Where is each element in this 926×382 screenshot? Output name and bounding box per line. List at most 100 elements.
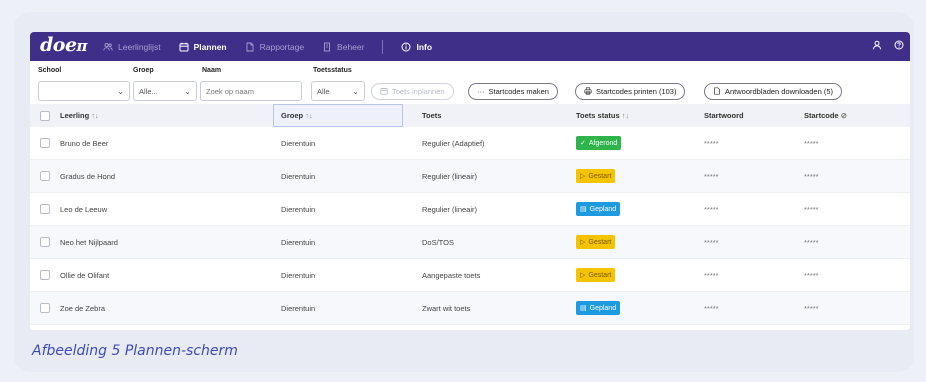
sort-ascending-icon: ↑↓ [305, 111, 313, 120]
figure-caption: Afbeelding 5 Plannen-scherm [32, 343, 238, 359]
nav-item-info[interactable]: Info [401, 42, 432, 52]
school-label: School [38, 67, 61, 74]
main-nav: Leerlinglijst Plannen Rapportage Beheer [103, 40, 432, 54]
cell-leerling: Leo de Leeuw [60, 205, 107, 214]
cell-startcode: ***** [804, 304, 819, 313]
status-badge: ▷Gestart [576, 169, 615, 183]
column-header-groep[interactable]: Groep ↑↓ [281, 111, 313, 120]
status-label: Gestart [588, 272, 611, 279]
naam-search-input[interactable] [200, 81, 302, 101]
startcodes-printen-label: Startcodes printen (103) [596, 87, 676, 96]
status-badge: ▤Gepland [576, 202, 620, 216]
help-icon[interactable] [894, 40, 904, 50]
leerling-header-label: Leerling [60, 111, 89, 120]
cell-status: ▤Gepland [576, 202, 620, 216]
nav-item-leerlinglijst[interactable]: Leerlinglijst [103, 42, 161, 52]
top-navigation-bar: doeᴨ Leerlinglijst Plannen Rapportage [30, 32, 910, 61]
antwoordbladen-label: Antwoordbladen downloaden (5) [725, 87, 833, 96]
groep-select[interactable]: Alle... ⌄ [133, 81, 197, 101]
cell-groep: Dierentuin [281, 139, 315, 148]
row-checkbox[interactable] [40, 237, 50, 247]
cell-groep: Dierentuin [281, 238, 315, 247]
cell-status: ▷Gestart [576, 268, 615, 282]
printer-icon [584, 87, 592, 97]
table-row[interactable]: Neo het Nijlpaard Dierentuin DoS/TOS ▷Gesta… [30, 226, 910, 259]
table-row[interactable]: Bruno de Beer Dierentuin Regulier (Adaptie… [30, 127, 910, 160]
dots-icon: ··· [477, 87, 485, 96]
cell-startwoord: ***** [704, 304, 719, 313]
play-icon: ▷ [580, 238, 585, 246]
calendar-icon [179, 42, 189, 52]
select-all-checkbox[interactable] [40, 111, 50, 121]
column-header-toets: Toets [422, 111, 441, 120]
toetsstatus-select[interactable]: Alle ⌄ [311, 81, 365, 101]
nav-label-rapportage: Rapportage [260, 42, 304, 52]
nav-label-info: Info [416, 42, 432, 52]
document-icon [245, 42, 255, 52]
antwoordbladen-downloaden-button[interactable]: Antwoordbladen downloaden (5) [704, 83, 842, 100]
table-row[interactable]: Gradus de HondDierentuinRegulier (lineai… [30, 160, 910, 193]
row-checkbox[interactable] [40, 204, 50, 214]
groep-value: Alle... [139, 87, 158, 96]
column-header-startcode[interactable]: Startcode ⊘ [804, 111, 847, 120]
eye-off-icon[interactable]: ⊘ [841, 111, 847, 120]
cell-toets: Regulier (lineair) [422, 172, 477, 181]
column-header-status[interactable]: Toets status ↑↓ [576, 111, 629, 120]
cell-toets: Zwart wit toets [422, 304, 470, 313]
filter-bar: School ⌄ Groep Alle... ⌄ Naam Toetsstatu… [30, 61, 910, 104]
row-checkbox[interactable] [40, 171, 50, 181]
table-body: Bruno de Beer Dierentuin Regulier (Adaptie… [30, 127, 910, 325]
status-badge: ✓Afgerond [576, 136, 621, 150]
chevron-down-icon: ⌄ [184, 87, 191, 96]
nav-item-rapportage[interactable]: Rapportage [245, 42, 304, 52]
column-header-leerling[interactable]: Leerling ↑↓ [60, 111, 99, 120]
row-checkbox[interactable] [40, 138, 50, 148]
table-row[interactable]: Leo de LeeuwDierentuinRegulier (lineair)… [30, 193, 910, 226]
users-icon [103, 42, 113, 52]
startcode-header-label: Startcode [804, 111, 839, 120]
table-row[interactable]: Ollie de OlifantDierentuinAangepaste toe… [30, 259, 910, 292]
nav-item-beheer[interactable]: Beheer [322, 42, 364, 52]
status-label: Gestart [588, 173, 611, 180]
toets-inplannen-label: Toets inplannen [392, 87, 445, 96]
cell-startwoord: ***** [704, 172, 719, 181]
cell-leerling: Bruno de Beer [60, 139, 108, 148]
cell-toets: DoS/TOS [422, 238, 454, 247]
sort-icon: ↑↓ [91, 111, 99, 120]
table-header: Leerling ↑↓ Groep ↑↓ Toets Toets status … [30, 104, 910, 127]
cell-startcode: ***** [804, 238, 819, 247]
status-label: Gepland [590, 305, 616, 312]
check-icon: ✓ [580, 139, 586, 147]
status-badge: ▷Gestart [576, 235, 615, 249]
cell-groep: Dierentuin [281, 205, 315, 214]
cell-startwoord: ***** [704, 139, 719, 148]
cell-leerling: Zoe de Zebra [60, 304, 105, 313]
startcodes-maken-button[interactable]: ··· Startcodes maken [468, 83, 558, 100]
cell-startcode: ***** [804, 139, 819, 148]
school-select[interactable]: ⌄ [38, 81, 130, 101]
doen-logo[interactable]: doeᴨ [40, 34, 87, 56]
status-badge: ▤Gepland [576, 301, 620, 315]
play-icon: ▷ [580, 172, 585, 180]
building-icon [322, 42, 332, 52]
startcodes-maken-label: Startcodes maken [489, 87, 549, 96]
cell-leerling: Ollie de Olifant [60, 271, 109, 280]
table-row[interactable]: Zoe de Zebra Dierentuin Zwart wit toets ▤Ge… [30, 292, 910, 325]
startcodes-printen-button[interactable]: Startcodes printen (103) [575, 83, 685, 100]
calendar-icon: ▤ [580, 205, 587, 213]
naam-label: Naam [202, 67, 221, 74]
cell-toets: Regulier (Adaptief) [422, 139, 485, 148]
cell-leerling: Neo het Nijlpaard [60, 238, 118, 247]
nav-item-plannen[interactable]: Plannen [179, 42, 227, 52]
toets-inplannen-button[interactable]: Toets inplannen [371, 83, 454, 100]
cell-startcode: ***** [804, 271, 819, 280]
user-icon[interactable] [872, 40, 882, 50]
calendar-icon [380, 87, 388, 97]
calendar-icon: ▤ [580, 304, 587, 312]
play-icon: ▷ [580, 271, 585, 279]
cell-groep: Dierentuin [281, 304, 315, 313]
cell-startwoord: ***** [704, 205, 719, 214]
row-checkbox[interactable] [40, 270, 50, 280]
status-label: Gepland [590, 206, 616, 213]
row-checkbox[interactable] [40, 303, 50, 313]
